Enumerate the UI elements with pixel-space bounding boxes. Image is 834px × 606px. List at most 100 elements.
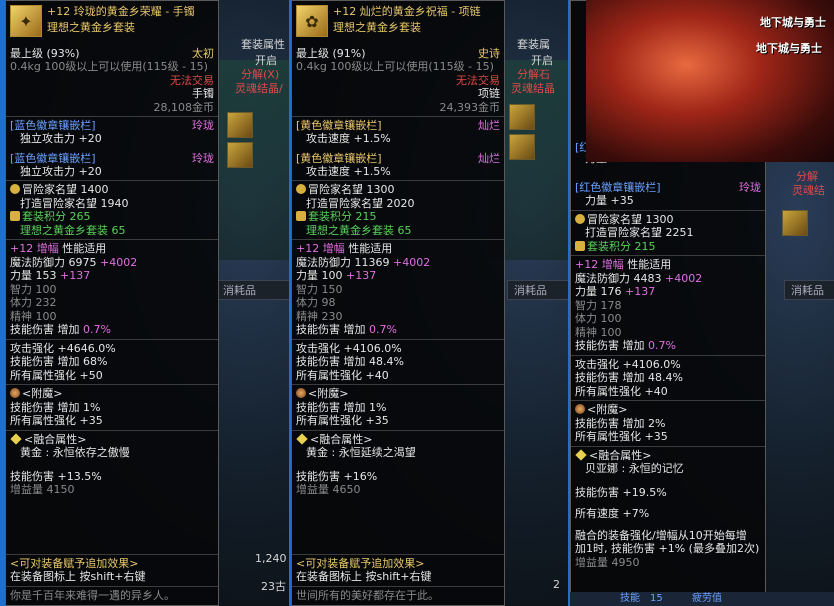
fame-row: 冒险家名望 1300 — [571, 213, 765, 227]
stat-label: 力量 — [296, 269, 318, 282]
divider — [292, 429, 504, 431]
reinforce-line: 技能伤害 增加 68% — [10, 355, 108, 368]
skill-damage-row: 技能伤害 增加 0.7% — [292, 323, 504, 337]
tab-consumables[interactable]: 消耗品 — [784, 280, 834, 300]
set-points-icon — [296, 211, 306, 221]
divider — [571, 255, 765, 256]
reinforce-line: 攻击强化 +4106.0% — [296, 341, 402, 355]
divider — [292, 180, 504, 181]
skill-damage-row: 技能伤害 增加 0.7% — [6, 323, 218, 337]
emblem-slot-label: [黄色徽章镶嵌栏] — [296, 151, 382, 165]
divider — [6, 429, 218, 431]
craft-fame-label: 打造冒险家名望 — [306, 196, 383, 210]
fusion-label: 融合属性> — [319, 432, 373, 446]
item-type: 手镯 — [192, 87, 214, 100]
grade-row: 最上级 (93%) 太初 — [6, 47, 218, 60]
stat-row: 力量 176 +137 — [571, 285, 765, 299]
reinforce-line: 所有属性强化 +50 — [10, 368, 103, 382]
emblem-stat: 独立攻击力 +20 — [20, 132, 102, 145]
skill-damage-label: 技能伤害 增加 — [10, 323, 80, 336]
defense-value: 11369 — [354, 255, 390, 269]
tooltip-header: ✦ +12 玲珑的黄金乡荣耀 - 手镯 理想之黄金乡套装 — [6, 1, 218, 47]
fame-value: 1300 — [366, 183, 395, 196]
reinforce-line: 所有属性强化 +40 — [296, 368, 389, 382]
emblem-gem-name: 玲珑 — [192, 119, 214, 132]
defense-label: 魔法防御力 — [575, 271, 630, 285]
equipment-slot[interactable] — [782, 210, 808, 236]
defense-value: 4483 — [633, 271, 662, 285]
stat-row: 力量 153 +137 — [6, 269, 218, 283]
item-name: +12 玲珑的黄金乡荣耀 - 手镯 — [47, 5, 195, 18]
set-points-icon — [10, 211, 20, 221]
equipment-slot[interactable] — [509, 104, 535, 130]
fusion-diamond-icon — [296, 432, 308, 445]
fusion-desc: 融合的装备强化/增幅从10开始每增 — [575, 528, 747, 542]
equipment-slot[interactable] — [509, 134, 535, 160]
fusion-stat: 技能伤害 +13.5% — [10, 469, 102, 483]
grade-percent: (93%) — [46, 47, 80, 60]
bg-count-gold: 23古 — [261, 580, 286, 593]
status-bar: 技能 15 疲劳值 — [570, 592, 834, 606]
footer-hint: <可对装备赋予追加效果> — [10, 556, 139, 570]
stat-label: 智力 — [10, 282, 32, 296]
stat-value: 176 — [600, 285, 622, 298]
stat-bonus: +137 — [60, 269, 91, 282]
emblem-slot-label: [黄色徽章镶嵌栏] — [296, 119, 382, 132]
emblem-gem-name: 灿烂 — [478, 151, 500, 165]
bracelet-icon: ✦ — [10, 5, 42, 37]
item-price: 28,108金币 — [153, 100, 215, 114]
fusion-stat: 增益量 4150 — [10, 483, 75, 496]
equipment-slot[interactable] — [227, 142, 253, 168]
defense-row: 魔法防御力 11369 +4002 — [292, 256, 504, 270]
fusion-label: 融合属性> — [33, 432, 87, 446]
footer-hint: 在装备图标上 按shift+右键 — [296, 570, 432, 583]
tooltip-footer: <可对装备赋予追加效果> 在装备图标上 按shift+右键 你是千百年来难得一遇… — [6, 552, 218, 606]
amplify-row: +12 增幅 性能适用 — [6, 242, 218, 256]
emblem-slot-row: [红色徽章镶嵌栏] 玲珑 — [571, 181, 765, 194]
item-set-name: 理想之黄金乡套装 — [333, 21, 421, 34]
equipment-slot[interactable] — [227, 112, 253, 138]
defense-bonus: +4002 — [393, 255, 431, 269]
enchant-line: 所有属性强化 +35 — [575, 430, 668, 443]
divider — [292, 239, 504, 240]
tab-consumables[interactable]: 消耗品 — [507, 280, 569, 300]
stat-bonus: +137 — [625, 285, 656, 298]
fame-icon — [575, 213, 585, 224]
stat-bonus: +137 — [346, 269, 377, 282]
craft-fame-row: 打造冒险家名望 2251 — [571, 226, 765, 240]
divider — [6, 384, 218, 385]
enchant-header: <附魔> — [571, 403, 765, 417]
enchant-label: <附魔> — [22, 387, 63, 400]
craft-fame-label: 打造冒险家名望 — [20, 196, 97, 210]
stat-row: 精神 100 — [571, 326, 765, 340]
emblem-slot-label: [蓝色徽章镶嵌栏] — [10, 119, 96, 132]
craft-fame-row: 打造冒险家名望 2020 — [292, 197, 504, 211]
reinforce-line: 技能伤害 增加 48.4% — [575, 371, 683, 384]
fusion-desc: 加1时, 技能伤害 +1% (最多叠加2次) — [575, 542, 760, 555]
stat-row: 体力 100 — [571, 312, 765, 326]
stat-label: 精神 — [10, 309, 32, 323]
emblem-slot-row: [蓝色徽章镶嵌栏] 玲珑 — [6, 119, 218, 132]
tab-consumables[interactable]: 消耗品 — [216, 280, 291, 300]
stat-value: 98 — [321, 296, 336, 309]
set-points-row: 套装积分 215 — [571, 240, 765, 254]
emblem-stat: 攻击速度 +1.5% — [306, 164, 391, 178]
fame-value: 1400 — [80, 183, 109, 196]
divider — [571, 400, 765, 401]
trade-status: 无法交易 — [456, 73, 500, 87]
stat-row: 力量 100 +137 — [292, 269, 504, 283]
amplify-label: +12 增幅 — [575, 258, 624, 271]
enchant-header: <附魔> — [6, 387, 218, 401]
trade-status: 无法交易 — [170, 73, 214, 87]
skill-label[interactable]: 技能 — [620, 592, 640, 606]
stat-value: 178 — [600, 298, 622, 312]
item-type: 项链 — [478, 87, 500, 100]
stat-row: 智力 100 — [6, 283, 218, 297]
fusion-diamond-icon — [575, 448, 587, 461]
enchant-line: 所有属性强化 +35 — [10, 414, 103, 427]
stat-row: 智力 178 — [571, 299, 765, 313]
fame-row: 冒险家名望 1400 — [6, 183, 218, 197]
fame-value: 1300 — [645, 212, 674, 226]
divider — [6, 116, 218, 117]
enchant-line: 技能伤害 增加 2% — [575, 416, 666, 430]
